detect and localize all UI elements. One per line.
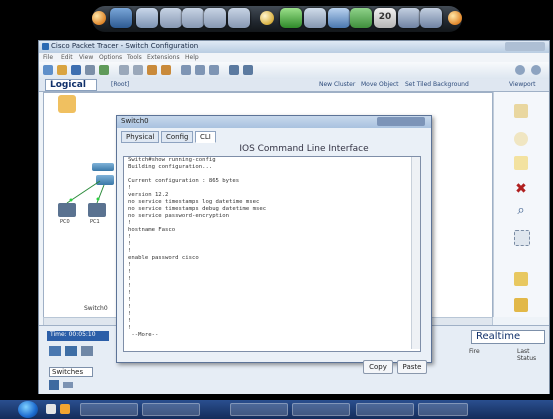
redo-icon[interactable] (161, 65, 171, 75)
music-icon[interactable] (136, 8, 158, 28)
delete-icon[interactable]: ✖ (514, 182, 528, 196)
user-icon[interactable] (398, 8, 420, 28)
move-icon[interactable] (514, 132, 528, 146)
custom-device-icon[interactable] (243, 65, 253, 75)
wizard-icon[interactable] (99, 65, 109, 75)
display-icon[interactable] (420, 8, 442, 28)
cli-output: Switch#show running-config Building conf… (128, 157, 267, 338)
window-title: Cisco Packet Tracer - Switch Configurati… (51, 42, 199, 50)
taskbar-item-6[interactable] (418, 403, 468, 416)
dialog-window-controls[interactable] (377, 117, 425, 126)
globe-icon[interactable] (328, 8, 350, 28)
logical-tab[interactable]: Logical (45, 79, 97, 91)
new-cluster-button[interactable]: New Cluster (319, 81, 355, 88)
dialog-title-bar: Switch0 (117, 116, 431, 128)
switch0-label: Switch0 (84, 305, 108, 312)
system-tray[interactable] (477, 404, 549, 415)
dialog-title: Switch0 (121, 117, 149, 125)
computer-icon[interactable] (110, 8, 132, 28)
root-label[interactable]: [Root] (111, 81, 129, 88)
move-object-button[interactable]: Move Object (361, 81, 399, 88)
dock-orb-right-icon (448, 11, 462, 25)
last-status-label: Last Status (517, 348, 537, 362)
copy-icon[interactable] (119, 65, 129, 75)
taskbar-item-4[interactable] (292, 403, 350, 416)
help-icon[interactable] (531, 65, 541, 75)
cli-scrollbar[interactable] (411, 157, 420, 349)
tab-cli[interactable]: CLI (195, 131, 216, 143)
inspect-icon[interactable]: ⌕ (514, 204, 528, 218)
cli-terminal[interactable]: Switch#show running-config Building conf… (123, 156, 421, 352)
copy-button[interactable]: Copy (363, 360, 393, 374)
zoom-out-icon[interactable] (209, 65, 219, 75)
zoom-reset-icon[interactable] (195, 65, 205, 75)
select-icon[interactable] (514, 104, 528, 118)
menu-extensions[interactable]: Extensions (147, 54, 180, 61)
menu-edit[interactable]: Edit (61, 54, 73, 61)
device-config-dialog: Switch0 Physical Config CLI IOS Command … (116, 115, 432, 374)
taskbar-item-1[interactable] (80, 403, 138, 416)
palette-icon[interactable] (229, 65, 239, 75)
complex-pdu-icon[interactable] (514, 298, 528, 312)
switch-model-icon-2[interactable] (63, 382, 73, 388)
menu-help[interactable]: Help (185, 54, 199, 61)
fire-column-label: Fire (469, 348, 480, 355)
simple-pdu-icon[interactable] (514, 272, 528, 286)
menu-options[interactable]: Options (99, 54, 122, 61)
people-icon[interactable] (304, 8, 326, 28)
switches-icon[interactable] (65, 346, 77, 356)
undo-icon[interactable] (147, 65, 157, 75)
window-controls[interactable] (505, 42, 545, 51)
new-icon[interactable] (43, 65, 53, 75)
menu-bar: File Edit View Options Tools Extensions … (39, 53, 549, 62)
app-logo-icon (42, 43, 49, 50)
title-bar: Cisco Packet Tracer - Switch Configurati… (39, 41, 549, 53)
note-icon[interactable] (514, 156, 528, 170)
hubs-icon[interactable] (81, 346, 93, 356)
quick-launch-icon-2[interactable] (60, 404, 70, 414)
app-icon-5[interactable] (204, 8, 226, 28)
dock-orb-left-icon (92, 11, 106, 25)
calendar-icon[interactable]: 20 (374, 8, 396, 28)
device-category-label: Switches (49, 367, 93, 377)
app-icon-4[interactable] (182, 8, 204, 28)
app-icon-3[interactable] (160, 8, 182, 28)
zoom-in-icon[interactable] (181, 65, 191, 75)
workspace-bar: Logical [Root] New Cluster Move Object S… (39, 79, 549, 92)
open-icon[interactable] (57, 65, 67, 75)
print-icon[interactable] (85, 65, 95, 75)
tab-config[interactable]: Config (161, 131, 194, 143)
toolbar (39, 62, 549, 80)
app-icon-6[interactable] (228, 8, 250, 28)
save-icon[interactable] (71, 65, 81, 75)
resize-shape-icon[interactable] (514, 230, 530, 246)
realtime-mode-label[interactable]: Realtime (471, 330, 545, 344)
set-background-button[interactable]: Set Tiled Background (405, 81, 469, 88)
taskbar-item-3[interactable] (230, 403, 288, 416)
network-info-icon[interactable] (515, 65, 525, 75)
tab-physical[interactable]: Physical (121, 131, 160, 143)
taskbar-item-5[interactable] (356, 403, 414, 416)
quick-launch-icon-1[interactable] (46, 404, 56, 414)
paste-button[interactable]: Paste (397, 360, 427, 374)
time-label: Time: 00:05:10 (47, 331, 109, 341)
dock-orb-mid-icon (260, 11, 274, 25)
network-icon[interactable] (350, 8, 372, 28)
start-button-icon[interactable] (18, 401, 38, 418)
menu-tools[interactable]: Tools (127, 54, 142, 61)
cli-heading: IOS Command Line Interface (239, 144, 369, 154)
paste-icon[interactable] (133, 65, 143, 75)
menu-view[interactable]: View (79, 54, 93, 61)
menu-file[interactable]: File (43, 54, 53, 61)
green-app-icon[interactable] (280, 8, 302, 28)
viewport-button[interactable]: Viewport (509, 81, 536, 88)
switch-model-icon-1[interactable] (49, 380, 59, 390)
common-tools-bar: ✖ ⌕ (493, 92, 548, 317)
taskbar (0, 400, 553, 419)
taskbar-item-2[interactable] (142, 403, 200, 416)
routers-icon[interactable] (49, 346, 61, 356)
